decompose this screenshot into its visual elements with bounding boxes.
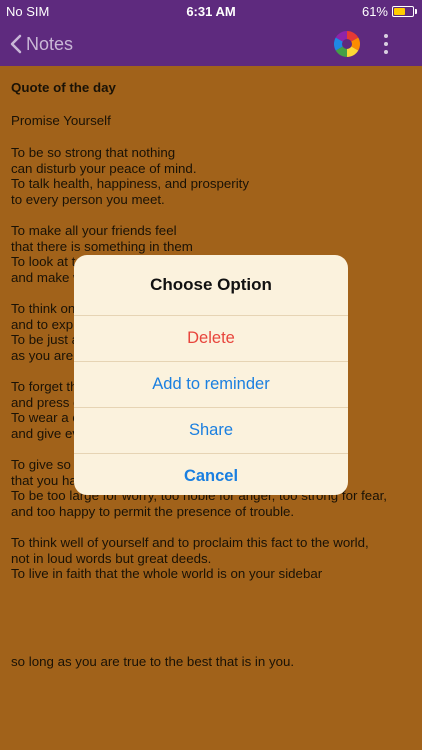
note-line: can disturb your peace of mind. bbox=[11, 160, 197, 176]
battery-nub bbox=[415, 9, 417, 14]
note-paragraph: To think well of yourself and to proclai… bbox=[11, 535, 411, 582]
dialog-title: Choose Option bbox=[150, 275, 272, 294]
note-title: Quote of the day bbox=[11, 80, 116, 95]
color-wheel-icon[interactable] bbox=[333, 30, 361, 58]
chevron-left-icon bbox=[10, 34, 22, 54]
share-button[interactable]: Share bbox=[74, 407, 348, 453]
note-line: to every person you meet. bbox=[11, 191, 165, 207]
note-subtitle: Promise Yourself bbox=[11, 112, 111, 128]
note-line: and too happy to permit the presence of … bbox=[11, 503, 295, 519]
cancel-button[interactable]: Cancel bbox=[74, 453, 348, 495]
back-button[interactable]: Notes bbox=[10, 30, 73, 58]
note-closing-line: so long as you are true to the best that… bbox=[11, 654, 295, 669]
note-line: not in loud words but great deeds. bbox=[11, 550, 212, 566]
choose-option-dialog: Choose Option Delete Add to reminder Sha… bbox=[74, 255, 348, 495]
battery-icon bbox=[392, 6, 417, 17]
note-line: that there is something in them bbox=[11, 238, 193, 254]
add-to-reminder-button[interactable]: Add to reminder bbox=[74, 361, 348, 407]
note-line: To make all your friends feel bbox=[11, 223, 177, 239]
note-line: To be so strong that nothing bbox=[11, 145, 176, 161]
note-paragraph: To be so strong that nothing can disturb … bbox=[11, 145, 411, 207]
note-line: To live in faith that the whole world is… bbox=[11, 566, 323, 582]
delete-button[interactable]: Delete bbox=[74, 315, 348, 361]
nav-bar: Notes bbox=[0, 22, 422, 66]
note-line: To talk health, happiness, and prosperit… bbox=[11, 176, 250, 192]
status-bar: No SIM 6:31 AM 61% bbox=[0, 0, 422, 22]
battery-fill bbox=[394, 8, 405, 15]
more-options-icon[interactable] bbox=[378, 30, 394, 58]
note-line: To think well of yourself and to proclai… bbox=[11, 535, 369, 551]
clock: 6:31 AM bbox=[186, 4, 236, 19]
battery-percent: 61% bbox=[361, 4, 388, 19]
back-label: Notes bbox=[26, 33, 74, 54]
